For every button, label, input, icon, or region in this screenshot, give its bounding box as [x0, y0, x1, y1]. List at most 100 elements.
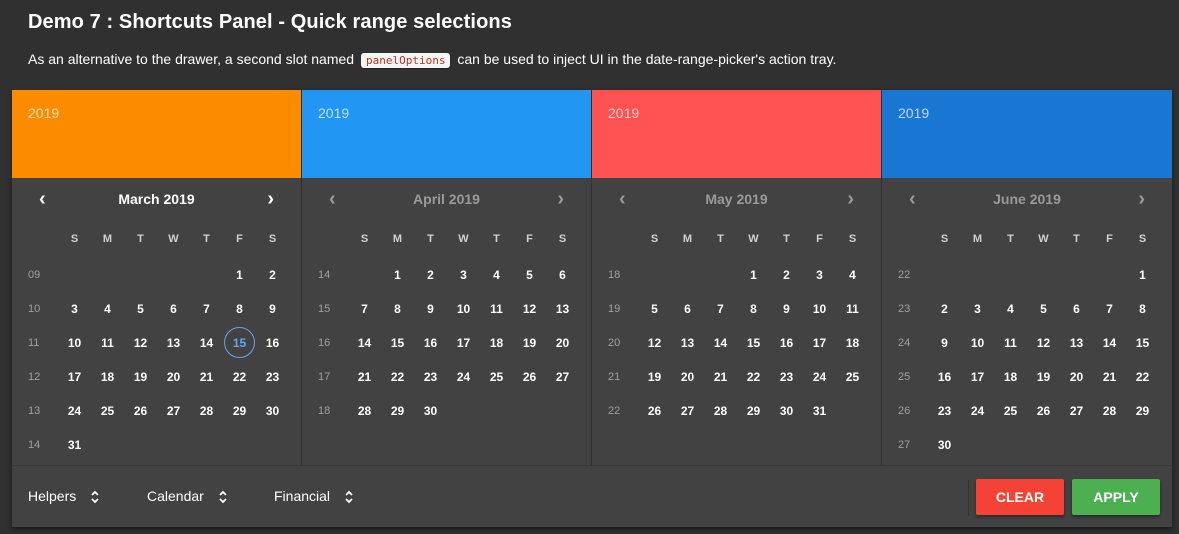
day-cell[interactable]: 3	[447, 258, 480, 292]
day-cell[interactable]: 5	[1027, 292, 1060, 326]
day-cell[interactable]: 25	[994, 394, 1027, 428]
day-cell[interactable]: 15	[737, 326, 770, 360]
chevron-right-icon[interactable]: ›	[557, 188, 564, 210]
day-cell[interactable]: 24	[961, 394, 994, 428]
day-cell[interactable]: 8	[1126, 292, 1159, 326]
day-cell[interactable]: 19	[124, 360, 157, 394]
day-cell[interactable]: 27	[157, 394, 190, 428]
day-cell[interactable]: 14	[1093, 326, 1126, 360]
day-cell[interactable]: 22	[381, 360, 414, 394]
day-cell[interactable]: 12	[638, 326, 671, 360]
day-cell[interactable]: 20	[546, 326, 579, 360]
day-cell[interactable]: 3	[803, 258, 836, 292]
day-cell[interactable]: 4	[91, 292, 124, 326]
day-cell[interactable]: 19	[638, 360, 671, 394]
day-cell[interactable]: 22	[737, 360, 770, 394]
day-cell[interactable]: 26	[124, 394, 157, 428]
day-cell[interactable]: 27	[671, 394, 704, 428]
day-cell[interactable]: 16	[256, 326, 289, 360]
year-label[interactable]: 2019	[318, 105, 349, 121]
day-cell[interactable]: 24	[58, 394, 91, 428]
year-label[interactable]: 2019	[898, 105, 929, 121]
day-cell[interactable]: 24	[803, 360, 836, 394]
day-cell[interactable]: 13	[1060, 326, 1093, 360]
day-cell[interactable]: 8	[381, 292, 414, 326]
day-cell[interactable]: 20	[671, 360, 704, 394]
day-cell[interactable]: 17	[58, 360, 91, 394]
day-cell[interactable]: 2	[770, 258, 803, 292]
day-cell[interactable]: 10	[58, 326, 91, 360]
day-cell[interactable]: 12	[513, 292, 546, 326]
day-cell[interactable]: 30	[256, 394, 289, 428]
day-cell[interactable]: 4	[994, 292, 1027, 326]
month-title[interactable]: June 2019	[882, 191, 1172, 207]
day-cell[interactable]: 16	[414, 326, 447, 360]
day-cell[interactable]: 9	[928, 326, 961, 360]
day-cell[interactable]: 2	[414, 258, 447, 292]
day-cell[interactable]: 14	[704, 326, 737, 360]
day-cell[interactable]: 14	[190, 326, 223, 360]
helpers-select[interactable]: Helpers	[28, 488, 100, 505]
financial-select[interactable]: Financial	[274, 488, 354, 505]
day-cell[interactable]: 20	[157, 360, 190, 394]
day-cell[interactable]: 29	[1126, 394, 1159, 428]
day-cell[interactable]: 28	[190, 394, 223, 428]
day-cell[interactable]: 16	[928, 360, 961, 394]
day-cell[interactable]: 11	[994, 326, 1027, 360]
day-cell[interactable]: 9	[414, 292, 447, 326]
day-cell[interactable]: 23	[928, 394, 961, 428]
year-label[interactable]: 2019	[28, 105, 59, 121]
day-cell[interactable]: 19	[513, 326, 546, 360]
day-cell[interactable]: 12	[124, 326, 157, 360]
day-cell[interactable]: 10	[447, 292, 480, 326]
year-label[interactable]: 2019	[608, 105, 639, 121]
day-cell[interactable]: 2	[928, 292, 961, 326]
day-cell[interactable]: 18	[994, 360, 1027, 394]
day-cell[interactable]: 15	[381, 326, 414, 360]
day-cell[interactable]: 29	[737, 394, 770, 428]
day-cell[interactable]: 26	[513, 360, 546, 394]
month-title[interactable]: May 2019	[592, 191, 881, 207]
day-cell[interactable]: 5	[638, 292, 671, 326]
day-cell[interactable]: 6	[157, 292, 190, 326]
day-cell[interactable]: 26	[1027, 394, 1060, 428]
today-day-cell[interactable]: 15	[223, 326, 256, 360]
day-cell[interactable]: 21	[190, 360, 223, 394]
month-title[interactable]: April 2019	[302, 191, 591, 207]
day-cell[interactable]: 23	[770, 360, 803, 394]
month-title[interactable]: March 2019	[12, 191, 301, 207]
day-cell[interactable]: 8	[737, 292, 770, 326]
day-cell[interactable]: 28	[348, 394, 381, 428]
day-cell[interactable]: 22	[223, 360, 256, 394]
day-cell[interactable]: 14	[348, 326, 381, 360]
day-cell[interactable]: 23	[414, 360, 447, 394]
day-cell[interactable]: 3	[58, 292, 91, 326]
day-cell[interactable]: 19	[1027, 360, 1060, 394]
day-cell[interactable]: 1	[381, 258, 414, 292]
day-cell[interactable]: 7	[704, 292, 737, 326]
day-cell[interactable]: 9	[770, 292, 803, 326]
day-cell[interactable]: 10	[803, 292, 836, 326]
day-cell[interactable]: 1	[737, 258, 770, 292]
day-cell[interactable]: 1	[223, 258, 256, 292]
clear-button[interactable]: CLEAR	[976, 479, 1064, 515]
day-cell[interactable]: 29	[381, 394, 414, 428]
day-cell[interactable]: 5	[513, 258, 546, 292]
day-cell[interactable]: 28	[704, 394, 737, 428]
day-cell[interactable]: 24	[447, 360, 480, 394]
day-cell[interactable]: 30	[770, 394, 803, 428]
day-cell[interactable]: 9	[256, 292, 289, 326]
day-cell[interactable]: 27	[546, 360, 579, 394]
day-cell[interactable]: 10	[961, 326, 994, 360]
day-cell[interactable]: 6	[671, 292, 704, 326]
day-cell[interactable]: 2	[256, 258, 289, 292]
day-cell[interactable]: 11	[480, 292, 513, 326]
day-cell[interactable]: 11	[91, 326, 124, 360]
day-cell[interactable]: 31	[803, 394, 836, 428]
day-cell[interactable]: 13	[157, 326, 190, 360]
day-cell[interactable]: 29	[223, 394, 256, 428]
chevron-right-icon[interactable]: ›	[267, 188, 274, 210]
day-cell[interactable]: 25	[480, 360, 513, 394]
day-cell[interactable]: 21	[704, 360, 737, 394]
day-cell[interactable]: 30	[414, 394, 447, 428]
